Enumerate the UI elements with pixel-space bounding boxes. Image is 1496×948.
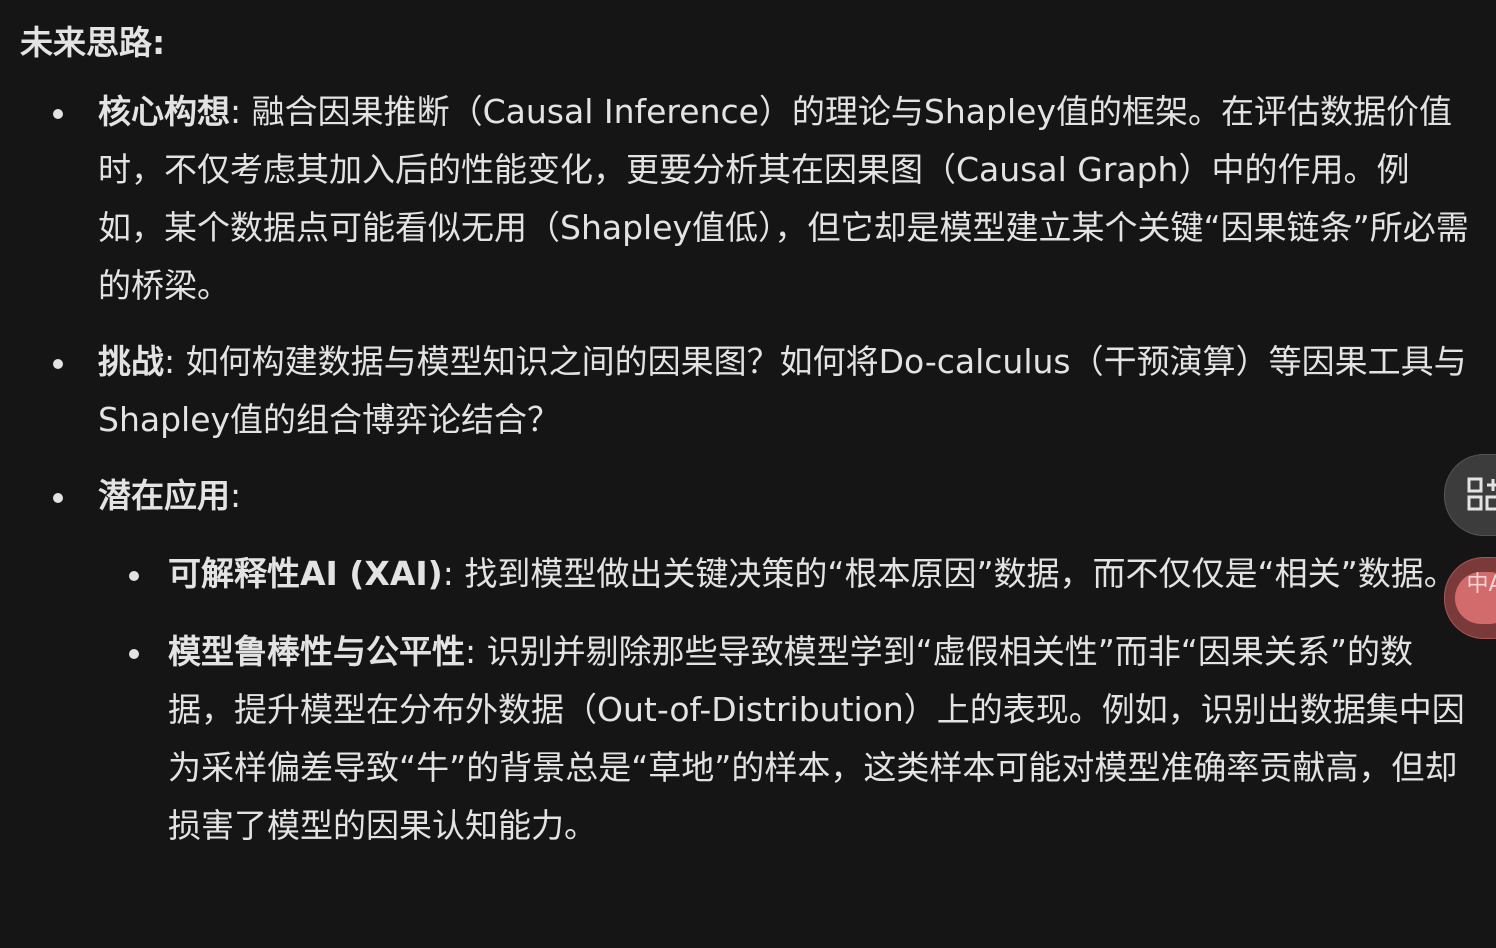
item-text: : 如何构建数据与模型知识之间的因果图？如何将Do-calculus（干预演算）… [98,342,1467,439]
sub-bullet-list: 可解释性AI (XAI): 找到模型做出关键决策的“根本原因”数据，而不仅仅是“… [98,545,1470,855]
grid-plus-icon [1467,477,1496,511]
item-label: 核心构想 [98,92,230,131]
sub-item-robustness: 模型鲁棒性与公平性: 识别并剔除那些导致模型学到“虚假相关性”而非“因果关系”的… [98,623,1470,855]
list-item-applications: 潜在应用: 可解释性AI (XAI): 找到模型做出关键决策的“根本原因”数据，… [20,467,1470,855]
section-heading: 未来思路: [20,23,166,62]
sub-item-xai: 可解释性AI (XAI): 找到模型做出关键决策的“根本原因”数据，而不仅仅是“… [98,545,1470,603]
list-item-challenge: 挑战: 如何构建数据与模型知识之间的因果图？如何将Do-calculus（干预演… [20,333,1470,449]
translate-icon: 中A [1455,572,1496,624]
item-label: 潜在应用 [98,476,230,515]
item-text: : [230,476,242,515]
bullet-list: 核心构想: 融合因果推断（Causal Inference）的理论与Shaple… [20,83,1470,855]
item-label: 挑战 [98,342,164,381]
item-text: : 融合因果推断（Causal Inference）的理论与Shapley值的框… [98,92,1469,305]
sub-item-text: : 找到模型做出关键决策的“根本原因”数据，而不仅仅是“相关”数据。 [442,554,1457,593]
list-item-core-idea: 核心构想: 融合因果推断（Causal Inference）的理论与Shaple… [20,83,1470,315]
answer-content: 未来思路: 核心构想: 融合因果推断（Causal Inference）的理论与… [20,18,1470,875]
sub-item-label: 模型鲁棒性与公平性 [168,632,465,671]
sub-item-label: 可解释性AI (XAI) [168,554,443,593]
